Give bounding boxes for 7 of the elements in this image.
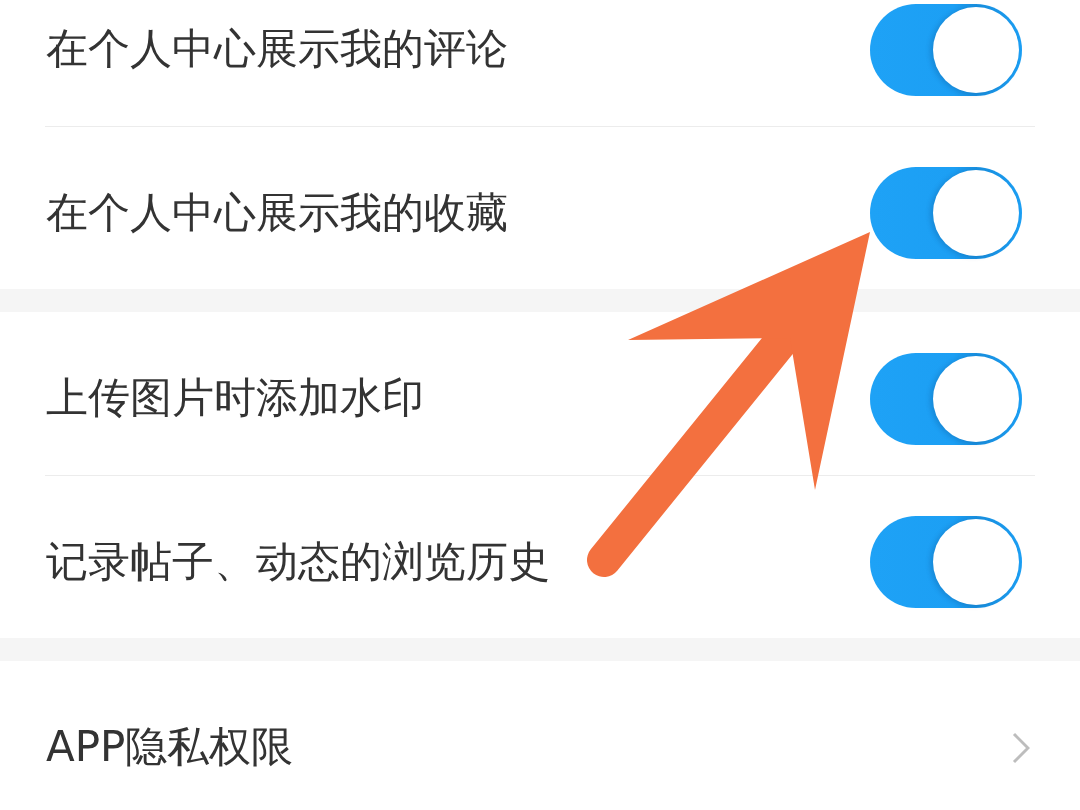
setting-label: 在个人中心展示我的评论 bbox=[46, 24, 508, 75]
menu-item[interactable]: APP隐私权限 bbox=[45, 661, 1035, 810]
setting-label: 上传图片时添加水印 bbox=[46, 373, 424, 424]
toggle-switch[interactable] bbox=[870, 167, 1022, 259]
setting-label: 记录帖子、动态的浏览历史 bbox=[46, 536, 550, 588]
setting-label: 在个人中心展示我的收藏 bbox=[46, 187, 508, 239]
chevron-right-icon bbox=[1012, 731, 1030, 764]
